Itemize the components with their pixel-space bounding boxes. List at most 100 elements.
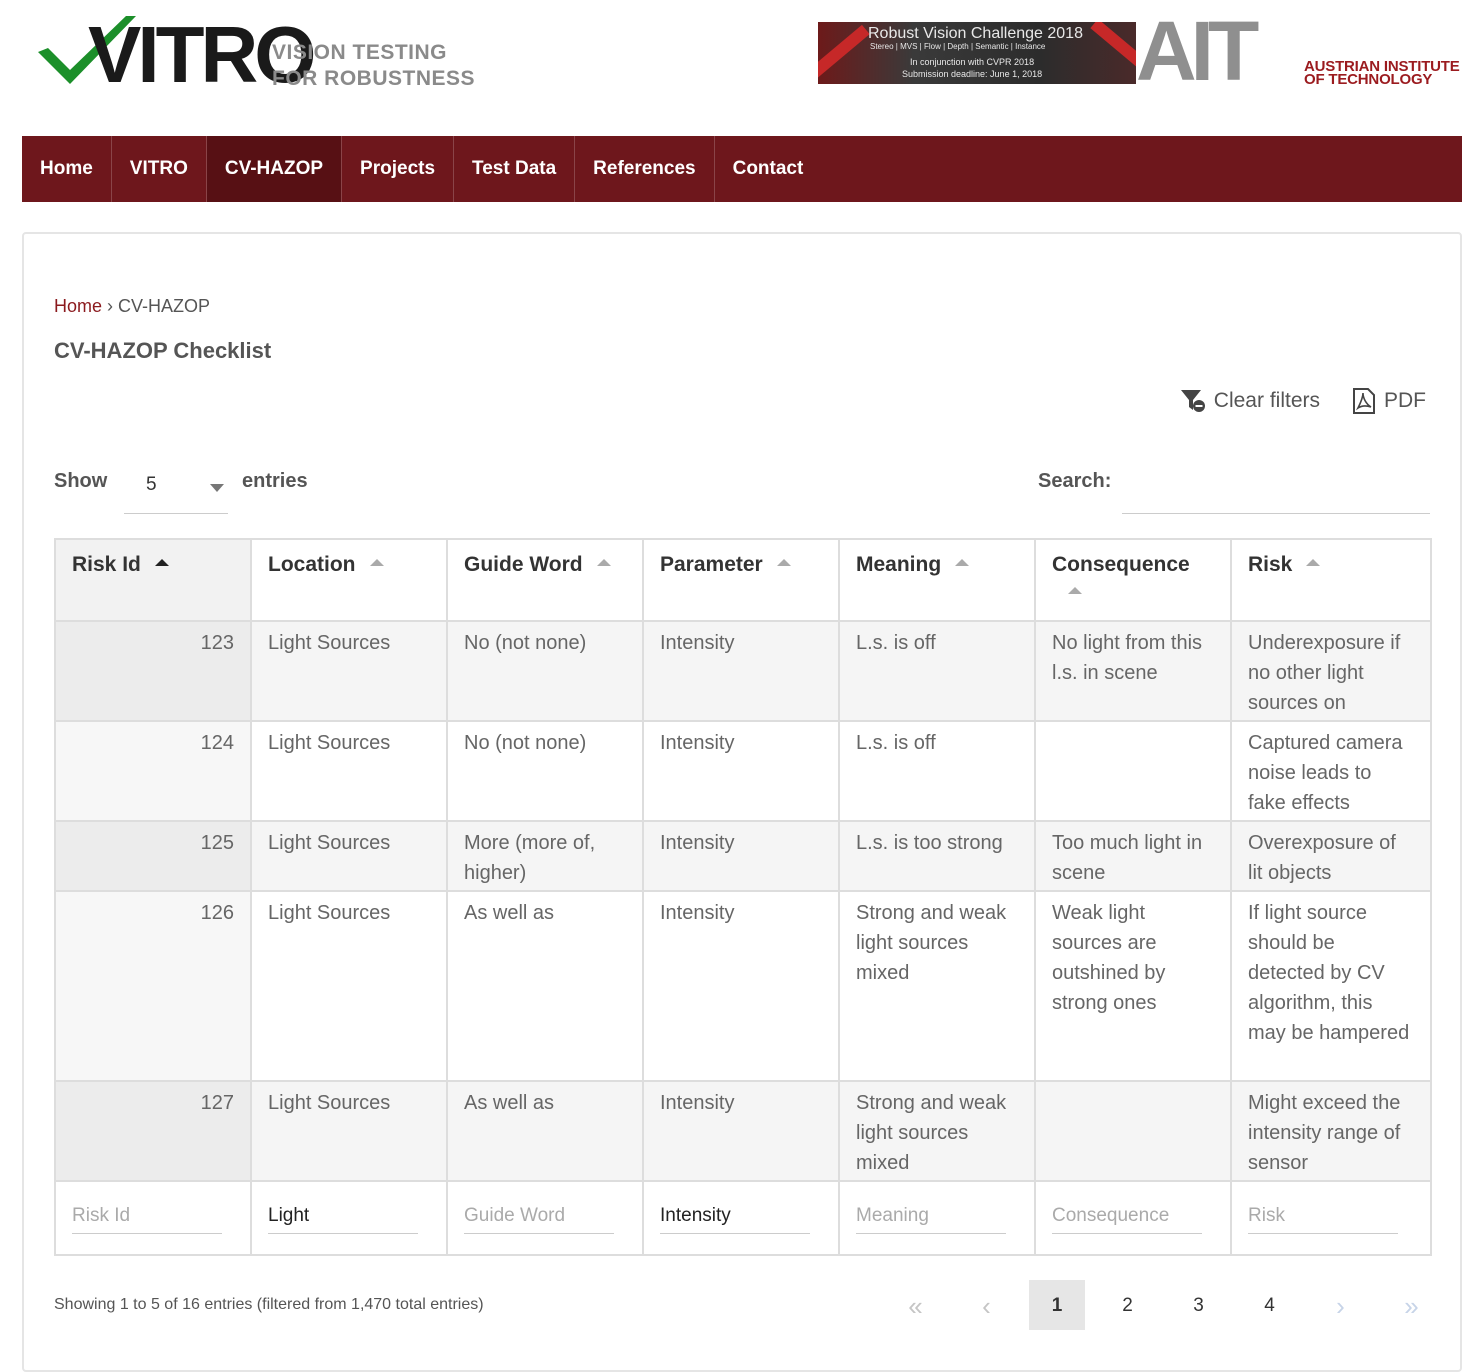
filter-guide-word-input[interactable] — [464, 1201, 614, 1234]
logo-tagline: VISION TESTING FOR ROBUSTNESS — [272, 41, 476, 90]
cell-guide-word: As well as — [446, 890, 644, 1082]
page-title: CV-HAZOP Checklist — [54, 338, 272, 363]
cell-consequence: Too much light in scene — [1034, 820, 1232, 892]
cell-risk-id: 126 — [54, 890, 252, 1082]
search-label: Search: — [1038, 470, 1112, 492]
page-button-2[interactable]: 2 — [1092, 1280, 1163, 1330]
table-row[interactable]: 125 Light Sources More (more of, higher)… — [54, 820, 1432, 892]
nav-contact[interactable]: Contact — [715, 136, 822, 202]
cell-meaning: Strong and weak light sources mixed — [838, 1080, 1036, 1182]
cell-parameter: Intensity — [642, 1080, 840, 1182]
cell-risk-id: 123 — [54, 620, 252, 722]
cell-parameter: Intensity — [642, 820, 840, 892]
cell-location: Light Sources — [250, 890, 448, 1082]
breadcrumb-home-link[interactable]: Home — [54, 296, 102, 316]
cell-meaning: L.s. is off — [838, 720, 1036, 822]
filter-meaning-input[interactable] — [856, 1201, 1006, 1234]
table-tools: Clear filters PDF — [1180, 388, 1426, 414]
table-header-row: Risk Id Location Guide Word Parameter Me… — [54, 538, 1432, 622]
column-header-risk[interactable]: Risk — [1230, 538, 1432, 622]
cell-consequence: No light from this l.s. in scene — [1034, 620, 1232, 722]
cell-guide-word: No (not none) — [446, 720, 644, 822]
column-header-location[interactable]: Location — [250, 538, 448, 622]
breadcrumb-current: CV-HAZOP — [118, 296, 211, 316]
next-page-button[interactable]: › — [1305, 1280, 1376, 1330]
banner-subtitle: Stereo | MVS | Flow | Depth | Semantic |… — [870, 42, 1046, 51]
sort-icon — [1306, 558, 1321, 566]
cell-risk-id: 124 — [54, 720, 252, 822]
table-row[interactable]: 123 Light Sources No (not none) Intensit… — [54, 620, 1432, 722]
nav-vitro[interactable]: VITRO — [112, 136, 207, 202]
filter-risk-input[interactable] — [1248, 1201, 1398, 1234]
cell-risk: Underexposure if no other light sources … — [1230, 620, 1432, 722]
entries-label: entries — [242, 470, 308, 492]
cell-guide-word: No (not none) — [446, 620, 644, 722]
sort-icon — [955, 558, 970, 566]
cell-consequence — [1034, 720, 1232, 822]
cell-meaning: Strong and weak light sources mixed — [838, 890, 1036, 1082]
banner-title: Robust Vision Challenge 2018 — [868, 25, 1083, 42]
clear-filters-button[interactable]: Clear filters — [1180, 388, 1320, 414]
cell-risk: Overexposure of lit objects — [1230, 820, 1432, 892]
cell-location: Light Sources — [250, 1080, 448, 1182]
column-header-guide-word[interactable]: Guide Word — [446, 538, 644, 622]
search-input[interactable] — [1122, 462, 1430, 514]
table-row[interactable]: 126 Light Sources As well as Intensity S… — [54, 890, 1432, 1082]
sort-icon — [1068, 587, 1082, 594]
sort-icon — [776, 558, 791, 566]
entries-per-page-select[interactable]: 5 — [124, 462, 228, 514]
ait-name: AUSTRIAN INSTITUTE OF TECHNOLOGY — [1304, 58, 1460, 88]
filter-location-input[interactable] — [268, 1201, 418, 1234]
cell-consequence: Weak light sources are outshined by stro… — [1034, 890, 1232, 1082]
table-info: Showing 1 to 5 of 16 entries (filtered f… — [54, 1296, 484, 1313]
page-button-4[interactable]: 4 — [1234, 1280, 1305, 1330]
sort-icon — [369, 558, 384, 566]
cell-meaning: L.s. is too strong — [838, 820, 1036, 892]
cell-risk: Captured camera noise leads to fake effe… — [1230, 720, 1432, 822]
ait-logo[interactable]: AIT AUSTRIAN INSTITUTE OF TECHNOLOGY — [1136, 8, 1466, 94]
cell-consequence — [1034, 1080, 1232, 1182]
first-page-button[interactable]: « — [880, 1280, 951, 1330]
hazop-table: Risk Id Location Guide Word Parameter Me… — [54, 538, 1432, 1256]
cell-meaning: L.s. is off — [838, 620, 1036, 722]
column-header-consequence[interactable]: Consequence — [1034, 538, 1232, 622]
filter-consequence-input[interactable] — [1052, 1201, 1202, 1234]
ait-letters: AIT — [1136, 4, 1259, 98]
pagination: « ‹ 1 2 3 4 › » — [880, 1280, 1447, 1330]
breadcrumb: Home › CV-HAZOP — [54, 296, 211, 316]
filter-risk-id-input[interactable] — [72, 1201, 222, 1234]
sort-icon — [596, 558, 611, 566]
cell-location: Light Sources — [250, 620, 448, 722]
column-header-parameter[interactable]: Parameter — [642, 538, 840, 622]
cell-guide-word: As well as — [446, 1080, 644, 1182]
cell-parameter: Intensity — [642, 890, 840, 1082]
cell-risk: If light source should be detected by CV… — [1230, 890, 1432, 1082]
banner-line3: In conjunction with CVPR 2018 — [910, 57, 1035, 67]
nav-home[interactable]: Home — [22, 136, 112, 202]
page-button-1[interactable]: 1 — [1029, 1280, 1085, 1330]
nav-references[interactable]: References — [575, 136, 715, 202]
main-nav: Home VITRO CV-HAZOP Projects Test Data R… — [22, 136, 1462, 202]
cell-risk-id: 127 — [54, 1080, 252, 1182]
site-header: VITRO VISION TESTING FOR ROBUSTNESS Robu… — [0, 0, 1474, 136]
last-page-button[interactable]: » — [1376, 1280, 1447, 1330]
nav-projects[interactable]: Projects — [342, 136, 455, 202]
page-button-3[interactable]: 3 — [1163, 1280, 1234, 1330]
table-row[interactable]: 127 Light Sources As well as Intensity S… — [54, 1080, 1432, 1182]
robust-vision-challenge-banner[interactable]: Robust Vision Challenge 2018 Stereo | MV… — [818, 22, 1136, 84]
filter-parameter-input[interactable] — [660, 1201, 810, 1234]
filter-row — [54, 1180, 1432, 1256]
pdf-export-button[interactable]: PDF — [1352, 388, 1426, 414]
nav-test-data[interactable]: Test Data — [454, 136, 576, 202]
prev-page-button[interactable]: ‹ — [951, 1280, 1022, 1330]
length-label: Show — [54, 470, 108, 492]
vitro-logo[interactable]: VITRO VISION TESTING FOR ROBUSTNESS — [30, 10, 480, 100]
pdf-icon — [1353, 388, 1375, 414]
column-header-risk-id[interactable]: Risk Id — [54, 538, 252, 622]
column-header-meaning[interactable]: Meaning — [838, 538, 1036, 622]
cell-parameter: Intensity — [642, 720, 840, 822]
cell-location: Light Sources — [250, 720, 448, 822]
table-row[interactable]: 124 Light Sources No (not none) Intensit… — [54, 720, 1432, 822]
cell-guide-word: More (more of, higher) — [446, 820, 644, 892]
nav-cv-hazop[interactable]: CV-HAZOP — [206, 136, 343, 202]
